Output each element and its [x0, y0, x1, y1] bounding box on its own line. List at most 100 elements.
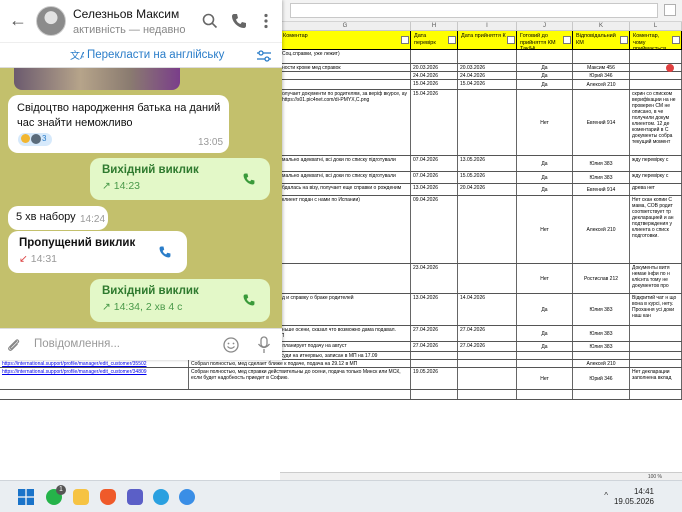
cell-k[interactable]: Максим 456: [573, 64, 630, 71]
cell-j[interactable]: [517, 352, 573, 359]
cell-comment[interactable]: Собрал полностью, мед сделает ближе к по…: [189, 360, 411, 367]
cell-i[interactable]: [458, 360, 517, 367]
cell-i[interactable]: [458, 90, 517, 155]
cell-comment[interactable]: бдалась на візу, получает еще справки о …: [280, 184, 411, 195]
cell-j[interactable]: Да: [517, 64, 573, 71]
cell-i[interactable]: [458, 264, 517, 293]
cell-h[interactable]: [411, 352, 458, 359]
cell-comment[interactable]: Соц.справки, уже лежит): [280, 50, 411, 63]
cell-comment[interactable]: [280, 80, 411, 89]
cell-j[interactable]: Да: [517, 326, 573, 341]
cell-i[interactable]: [458, 352, 517, 359]
attach-paperclip-icon[interactable]: [6, 337, 22, 353]
cell-j[interactable]: Да: [517, 172, 573, 183]
clock[interactable]: 14:41 19.05.2026: [614, 487, 654, 507]
cell-l[interactable]: [630, 352, 682, 359]
cell-comment[interactable]: клиент подан с нами по Испании): [280, 196, 411, 263]
cell-h[interactable]: 09.04.2026: [411, 196, 458, 263]
cell-h[interactable]: [411, 50, 458, 63]
missed-call-message[interactable]: Пропущений виклик ↙ 14:31: [8, 231, 187, 273]
cell-i[interactable]: 20.03.2026: [458, 64, 517, 71]
cell-j[interactable]: [517, 360, 573, 367]
cell-i[interactable]: 15.04.2026: [458, 80, 517, 89]
cell-comment[interactable]: Собран полностью, мед справки действител…: [189, 368, 411, 389]
cell-h[interactable]: 19.05.2026: [411, 368, 458, 389]
brave-browser-icon[interactable]: [100, 489, 116, 505]
microphone-icon[interactable]: [256, 335, 272, 355]
windows-start-icon[interactable]: [18, 489, 34, 505]
cell-k[interactable]: Евгений 914: [573, 184, 630, 195]
cell-j[interactable]: Да: [517, 72, 573, 79]
tray-overflow-icon[interactable]: ^: [604, 491, 608, 500]
cell-l[interactable]: [630, 390, 682, 399]
cell-h[interactable]: 20.03.2026: [411, 64, 458, 71]
cell-l[interactable]: древа нет: [630, 184, 682, 195]
cell-j[interactable]: Нет: [517, 368, 573, 389]
cell-l[interactable]: Нет декларации заполнена вклад: [630, 368, 682, 389]
cell-k[interactable]: Алексей 210: [573, 196, 630, 263]
call-back-phone-icon[interactable]: [242, 172, 256, 186]
header-check-date[interactable]: Дата перевірк: [411, 31, 458, 50]
cell-k[interactable]: Юлия 383: [573, 294, 630, 325]
error-indicator[interactable]: [666, 64, 674, 72]
cell-h[interactable]: 07.04.2026: [411, 156, 458, 171]
cell-comment[interactable]: мально адекватні, всі доки по списку під…: [280, 172, 411, 183]
cell-i[interactable]: 13.05.2026: [458, 156, 517, 171]
cell-k[interactable]: [573, 352, 630, 359]
cell-h[interactable]: [411, 390, 458, 399]
cell-comment[interactable]: мально адекватні, всі доки по списку під…: [280, 156, 411, 171]
column-letter-l[interactable]: L: [630, 22, 682, 31]
cell-l[interactable]: скрин со списком верифікации на не прове…: [630, 90, 682, 155]
cell-l[interactable]: [630, 342, 682, 351]
cell-comment[interactable]: олучает документи по родителям, за верiф…: [280, 90, 411, 155]
cell-l[interactable]: [630, 326, 682, 341]
outgoing-call-message[interactable]: Вихідний виклик ↗ 14:34, 2 хв 4 с: [90, 279, 270, 322]
cell-j[interactable]: Да: [517, 80, 573, 89]
cell-h[interactable]: 27.04.2026: [411, 326, 458, 341]
cell-l[interactable]: Документы витя немае інфи по н клієнта т…: [630, 264, 682, 293]
column-letter-i[interactable]: I: [458, 22, 517, 31]
cell-l[interactable]: [630, 50, 682, 63]
cell-h[interactable]: 24.04.2026: [411, 72, 458, 79]
cell-l[interactable]: жду перевірку с: [630, 172, 682, 183]
outgoing-call-message[interactable]: Вихідний виклик ↗ 14:23: [90, 158, 270, 200]
cell-k[interactable]: Юлия 383: [573, 172, 630, 183]
reaction-chip[interactable]: 3: [18, 133, 52, 146]
header-accepted-date[interactable]: Дата прийняття К: [458, 31, 517, 50]
cell-i[interactable]: [458, 196, 517, 263]
cell-i[interactable]: 20.04.2026: [458, 184, 517, 195]
cell-comment[interactable]: [280, 72, 411, 79]
cell-j[interactable]: Да: [517, 156, 573, 171]
emoji-icon[interactable]: [222, 336, 240, 354]
header-responsible[interactable]: Відповідальний КМ: [573, 31, 630, 50]
teams-icon[interactable]: [127, 489, 143, 505]
column-letter-k[interactable]: K: [573, 22, 630, 31]
cell-k[interactable]: Алексей 210: [573, 80, 630, 89]
cell-h[interactable]: 15.04.2026: [411, 90, 458, 155]
customer-link[interactable]: https://international.support/profile/ma…: [0, 360, 189, 367]
cell-k[interactable]: [573, 50, 630, 63]
customer-link[interactable]: https://international.support/profile/ma…: [0, 368, 189, 389]
incoming-message[interactable]: Свідоцтво народження батька на даний час…: [8, 95, 229, 153]
telegram-icon[interactable]: [153, 489, 169, 505]
cell-h[interactable]: 07.04.2026: [411, 172, 458, 183]
cell-j[interactable]: Да: [517, 184, 573, 195]
cell-h[interactable]: 15.04.2026: [411, 80, 458, 89]
column-letter-j[interactable]: J: [517, 22, 573, 31]
settings-sliders-icon[interactable]: [256, 49, 272, 63]
cell-comment[interactable]: д и справку о браке родителей: [280, 294, 411, 325]
formula-input[interactable]: [290, 3, 658, 18]
cell-h[interactable]: 13.04.2026: [411, 184, 458, 195]
cell-l[interactable]: [630, 72, 682, 79]
call-back-phone-icon[interactable]: [158, 245, 172, 259]
message-input[interactable]: Повідомлення...: [34, 338, 120, 350]
cell-j[interactable]: Нет: [517, 196, 573, 263]
chrome-icon[interactable]: [179, 489, 195, 505]
cell-j[interactable]: Нет: [517, 264, 573, 293]
cell-k[interactable]: [573, 390, 630, 399]
cell-comment[interactable]: [280, 264, 411, 293]
contact-name[interactable]: Селезньов Максим: [73, 7, 179, 21]
cell-k[interactable]: Юлия 383: [573, 156, 630, 171]
column-letter-g[interactable]: G: [280, 22, 411, 31]
cell-k[interactable]: Ростислав 212: [573, 264, 630, 293]
